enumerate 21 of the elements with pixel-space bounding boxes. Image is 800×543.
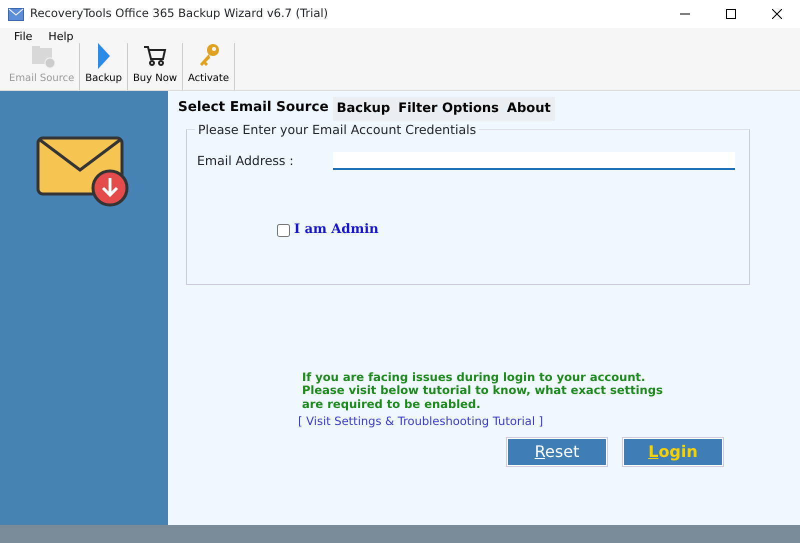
app-envelope-icon <box>8 8 24 22</box>
tab[interactable]: About <box>502 97 555 120</box>
tab[interactable]: Filter Options <box>394 97 503 120</box>
close-icon[interactable] <box>772 9 782 19</box>
tutorial-link[interactable]: [ Visit Settings & Troubleshooting Tutorial ] <box>298 414 544 428</box>
cart-icon <box>142 43 168 69</box>
maximize-icon[interactable] <box>726 9 736 19</box>
tab[interactable]: Backup <box>332 97 394 120</box>
play-icon <box>98 43 110 69</box>
email-label: Email Address : <box>197 152 295 170</box>
admin-label: I am Admin <box>294 221 379 240</box>
window-title: RecoveryTools Office 365 Backup Wizard v6.7 (Trial) <box>30 5 328 22</box>
email-input-field[interactable] <box>333 152 735 170</box>
reset-button[interactable]: Reset <box>507 438 607 466</box>
toolbar-button[interactable]: Activate <box>183 43 235 90</box>
help-text: If you are facing issues during login to your account. Please visit below tutorial to know, what exact settings are required to be enabled. <box>302 370 664 412</box>
admin-checkbox[interactable] <box>277 224 290 236</box>
toolbar-button[interactable]: Backup <box>80 43 128 90</box>
menu-item[interactable]: File <box>8 28 38 46</box>
menu-item[interactable]: Help <box>42 28 80 46</box>
toolbar-button[interactable]: Buy Now <box>128 43 184 90</box>
